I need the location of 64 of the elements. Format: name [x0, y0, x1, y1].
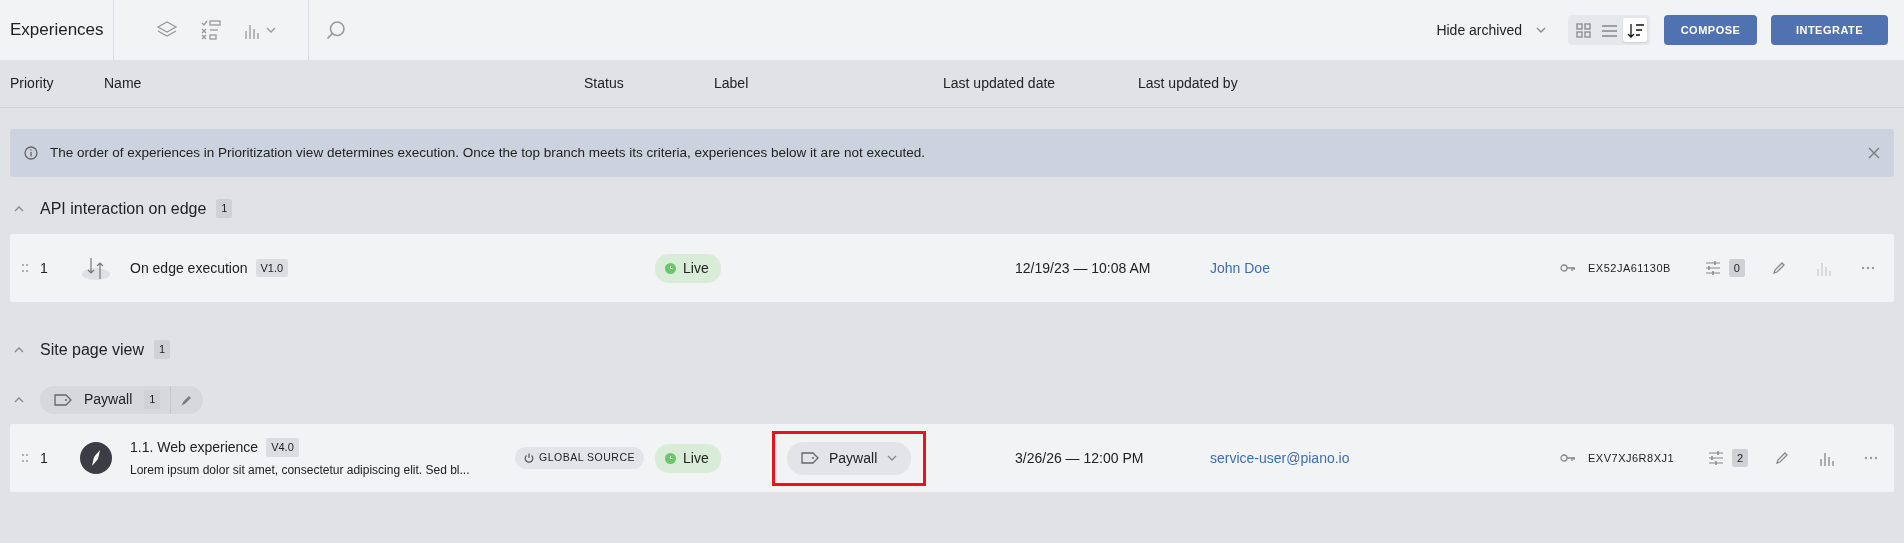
version-tag: V4.0: [266, 438, 299, 457]
experience-name[interactable]: 1.1. Web experience: [130, 437, 259, 458]
caret-icon: [887, 453, 898, 463]
user-link[interactable]: John Doe: [1210, 259, 1270, 276]
experience-description: Lorem ipsum dolor sit amet, consectetur adipiscing elit. Sed bl...: [130, 462, 471, 479]
close-icon[interactable]: [1868, 147, 1880, 159]
power-icon: [524, 452, 534, 463]
column-header: Priority: [10, 75, 54, 91]
analytics-icon[interactable]: [1820, 450, 1835, 466]
experience-row[interactable]: 1 On edge execution V1.0 Live 12/19/23 — 10:08 AM John Doe EX52JA61130B 0: [10, 234, 1894, 302]
priority-number: 1: [40, 449, 48, 466]
column-header: Last updated by: [1138, 75, 1238, 91]
user-link[interactable]: service-user@piano.io: [1210, 449, 1350, 466]
compose-button[interactable]: COMPOSE: [1664, 15, 1757, 45]
tag-icon: [54, 392, 72, 407]
date-text: 12/19/23 — 10:08 AM: [1015, 259, 1151, 276]
column-header: Status: [584, 75, 624, 91]
key-icon: [1560, 263, 1576, 273]
group-title: API interaction on edge: [40, 198, 207, 219]
compass-icon: [80, 442, 112, 474]
variant-count: 0: [1728, 258, 1745, 278]
clock-icon: [665, 452, 676, 464]
column-header: Last updated date: [943, 75, 1056, 91]
label-dropdown[interactable]: Paywall: [787, 441, 912, 475]
group-count: 1: [144, 390, 161, 409]
caret-icon: [266, 25, 276, 35]
label-group-pill[interactable]: Paywall 1: [40, 385, 204, 414]
cloud-transfer-icon: [80, 255, 112, 281]
checklist-icon[interactable]: [200, 19, 222, 41]
grid-icon: [1573, 20, 1593, 40]
notice-text: The order of experiences in Prioritization view determines execution. Once the top branch meets its criteria, experiences below it are not executed.: [50, 143, 926, 162]
experience-row[interactable]: 1 1.1. Web experience V4.0 Lorem ipsum dolor sit amet, consectetur adipiscing elit. Sed bl... GLOBAL SOURCE Live Paywall 3/26/26 — 12:00 PM service-user@piano.io EXV7XJ6R8XJ1 2: [10, 424, 1894, 492]
status-pill: Live: [655, 443, 721, 473]
source-tag: GLOBAL SOURCE: [515, 447, 644, 469]
group-count: 1: [216, 199, 233, 218]
sort-view-button[interactable]: [1623, 18, 1647, 42]
date-text: 3/26/26 — 12:00 PM: [1015, 449, 1144, 466]
more-icon[interactable]: [1861, 266, 1875, 270]
experience-key: EX52JA61130B: [1588, 259, 1671, 277]
column-header: Name: [104, 75, 142, 91]
sliders-icon[interactable]: [1708, 451, 1725, 465]
more-icon[interactable]: [1864, 456, 1879, 460]
group-title: Site page view: [40, 339, 145, 360]
app-title: Experiences: [9, 19, 105, 42]
status-pill: Live: [655, 253, 721, 283]
drag-handle-icon[interactable]: [22, 454, 28, 462]
search-icon[interactable]: [325, 19, 347, 41]
drag-handle-icon[interactable]: [22, 264, 28, 272]
tag-icon: [801, 451, 819, 465]
key-icon: [1560, 453, 1576, 463]
filter-dropdown[interactable]: Hide archived: [1436, 19, 1546, 41]
priority-number: 1: [40, 259, 48, 276]
sliders-icon[interactable]: [1704, 261, 1721, 275]
experience-key: EXV7XJ6R8XJ1: [1588, 449, 1675, 467]
caret-icon: [1536, 25, 1546, 35]
experience-name[interactable]: On edge execution: [130, 257, 248, 279]
integrate-button[interactable]: INTEGRATE: [1771, 15, 1888, 45]
clock-icon: [665, 262, 676, 274]
group-count: 1: [154, 340, 171, 359]
version-tag: V1.0: [255, 258, 289, 278]
variant-count: 2: [1732, 448, 1749, 468]
edit-icon[interactable]: [1771, 260, 1787, 276]
info-icon: [24, 146, 38, 160]
column-header: Label: [714, 75, 749, 91]
